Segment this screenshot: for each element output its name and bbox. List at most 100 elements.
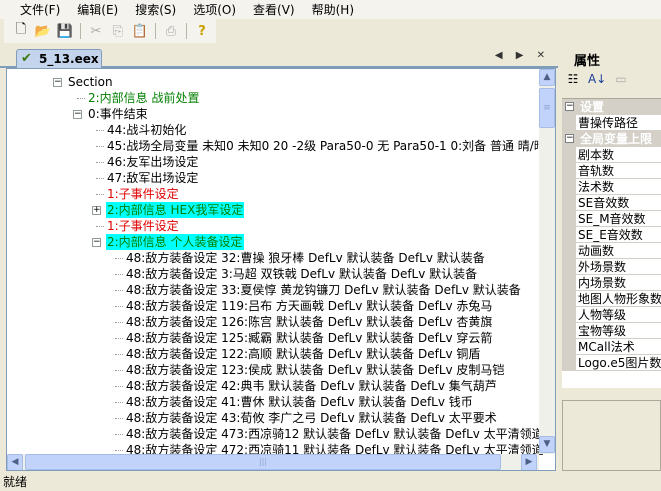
tree-node[interactable]: 1:子事件设定: [7, 186, 539, 202]
tree-connector: [96, 178, 104, 179]
tree-node[interactable]: 48:敌方装备设定 123:侯成 默认装备 DefLv 默认装备 DefLv 皮…: [7, 362, 539, 378]
scroll-left-button[interactable]: ◀: [7, 454, 23, 470]
collapse-icon[interactable]: −: [565, 134, 574, 143]
tree-connector: [115, 274, 123, 275]
tree-node-label: 46:友军出场设定: [107, 155, 199, 169]
property-row[interactable]: SE音效数: [562, 195, 661, 211]
collapse-icon[interactable]: −: [565, 102, 574, 111]
help-icon[interactable]: ?: [193, 22, 211, 40]
vertical-scrollbar[interactable]: ▲ ≡ ▼: [539, 69, 555, 454]
tree-connector: [115, 322, 123, 323]
menu-file[interactable]: 文件(F): [20, 1, 60, 18]
tree-node-label: 1:子事件设定: [107, 219, 179, 233]
property-row[interactable]: 地图人物形象数: [562, 291, 661, 307]
property-row[interactable]: 剧本数: [562, 147, 661, 163]
tree-node-label: 48:敌方装备设定 3:马超 双铁戟 DefLv 默认装备 DefLv 默认装备: [126, 267, 478, 281]
tree-node-label: 2:内部信息 HEX我军设定: [106, 202, 245, 218]
tree-node[interactable]: 48:敌方装备设定 3:马超 双铁戟 DefLv 默认装备 DefLv 默认装备: [7, 266, 539, 282]
property-row[interactable]: 宝物等级: [562, 323, 661, 339]
paste-icon[interactable]: 📋: [131, 22, 149, 40]
document-tab[interactable]: ✔ 5_13.eex: [16, 49, 102, 69]
tree-node-label: 0:事件结束: [88, 107, 148, 121]
property-row[interactable]: 内场景数: [562, 275, 661, 291]
property-row[interactable]: Logo.e5图片数: [562, 355, 661, 371]
tree-connector: [115, 370, 123, 371]
tree-node-label: 45:战场全局变量 未知0 未知0 20 -2级 Para50-0 无 Para…: [107, 139, 556, 153]
scroll-up-button[interactable]: ▲: [539, 69, 555, 86]
scroll-down-button[interactable]: ▼: [539, 436, 555, 453]
tab-navigation-buttons[interactable]: ◀ ▶ ✕: [495, 50, 550, 61]
property-pages-icon[interactable]: ▭: [612, 72, 630, 90]
tree-node-label: 2:内部信息 战前处置: [88, 91, 200, 105]
tree-node-label: 48:敌方装备设定 119:吕布 方天画戟 DefLv 默认装备 DefLv 赤…: [126, 299, 493, 313]
tree-node[interactable]: − Section: [7, 74, 539, 90]
collapse-icon[interactable]: −: [53, 78, 62, 87]
toolbar-separator: [186, 23, 187, 39]
horizontal-scrollbar[interactable]: ◀ ||| ▶: [7, 454, 539, 470]
tree-node-label: 48:敌方装备设定 122:高顺 默认装备 DefLv 默认装备 DefLv 铜…: [126, 347, 481, 361]
property-grid[interactable]: − 设置 曹操传路径 − 全局变量上限 剧本数 音轨数 法术数 SE音效数 SE_M音效数 SE_E…: [562, 98, 661, 388]
tree-connector: [115, 402, 123, 403]
tree-node[interactable]: 45:战场全局变量 未知0 未知0 20 -2级 Para50-0 无 Para…: [7, 138, 555, 154]
sort-alphabetical-icon[interactable]: A↓: [588, 72, 606, 90]
tree-node[interactable]: +2:内部信息 HEX我军设定: [7, 202, 539, 218]
menu-view[interactable]: 查看(V): [253, 1, 295, 18]
tree-node[interactable]: 47:敌军出场设定: [7, 170, 539, 186]
event-tree[interactable]: − Section 2:内部信息 战前处置 −0:事件结束 44:战斗初始化 45:战场全…: [6, 68, 556, 471]
tree-node[interactable]: 48:敌方装备设定 473:西凉骑12 默认装备 DefLv 默认装备 DefL…: [7, 426, 544, 442]
tree-node[interactable]: 48:敌方装备设定 41:曹休 默认装备 DefLv 默认装备 DefLv 钱币: [7, 394, 539, 410]
tree-node[interactable]: 48:敌方装备设定 125:臧霸 默认装备 DefLv 默认装备 DefLv 穿…: [7, 330, 539, 346]
property-row[interactable]: 法术数: [562, 179, 661, 195]
tree-connector: [115, 306, 123, 307]
new-file-icon[interactable]: 🗋: [12, 22, 30, 40]
tree-node[interactable]: 48:敌方装备设定 43:荀攸 李广之弓 DefLv 默认装备 DefLv 太平…: [7, 410, 539, 426]
property-row[interactable]: 曹操传路径: [562, 115, 661, 131]
categorized-icon[interactable]: ☷: [564, 72, 582, 90]
property-category[interactable]: − 全局变量上限: [562, 131, 661, 147]
tree-connector: [115, 418, 123, 419]
menu-edit[interactable]: 编辑(E): [77, 1, 118, 18]
tree-node[interactable]: −0:事件结束: [7, 106, 539, 122]
property-row[interactable]: 音轨数: [562, 163, 661, 179]
property-category-label: 全局变量上限: [580, 132, 653, 146]
property-description: [562, 400, 661, 471]
tree-node[interactable]: 48:敌方装备设定 33:夏侯惇 黄龙钩镰刀 DefLv 默认装备 DefLv …: [7, 282, 539, 298]
horizontal-scroll-thumb[interactable]: |||: [25, 454, 501, 470]
save-icon[interactable]: 💾: [56, 22, 74, 40]
scroll-right-button[interactable]: ▶: [521, 454, 537, 470]
expand-icon[interactable]: +: [92, 206, 101, 215]
tree-node[interactable]: 1:子事件设定: [7, 218, 539, 234]
tree-node[interactable]: 48:敌方装备设定 119:吕布 方天画戟 DefLv 默认装备 DefLv 赤…: [7, 298, 539, 314]
tree-node-label: 48:敌方装备设定 42:典韦 默认装备 DefLv 默认装备 DefLv 集气…: [126, 379, 497, 393]
tree-node[interactable]: 48:敌方装备设定 32:曹操 狼牙棒 DefLv 默认装备 DefLv 默认装…: [7, 250, 539, 266]
file-icon: ✔: [21, 51, 32, 66]
property-category[interactable]: − 设置: [562, 99, 661, 115]
menu-search[interactable]: 搜索(S): [135, 1, 176, 18]
collapse-icon[interactable]: −: [73, 110, 82, 119]
tree-node[interactable]: 2:内部信息 战前处置: [7, 90, 539, 106]
print-icon[interactable]: ⎙: [162, 22, 180, 40]
property-row[interactable]: SE_M音效数: [562, 211, 661, 227]
tree-connector: [115, 338, 123, 339]
open-folder-icon[interactable]: 📂: [34, 22, 52, 40]
property-row[interactable]: SE_E音效数: [562, 227, 661, 243]
tree-node[interactable]: 48:敌方装备设定 122:高顺 默认装备 DefLv 默认装备 DefLv 铜…: [7, 346, 539, 362]
property-row[interactable]: 人物等级: [562, 307, 661, 323]
tree-node-label: Section: [68, 75, 113, 89]
menu-options[interactable]: 选项(O): [193, 1, 236, 18]
vertical-scroll-thumb[interactable]: ≡: [539, 88, 555, 128]
property-row[interactable]: 动画数: [562, 243, 661, 259]
collapse-icon[interactable]: −: [92, 238, 101, 247]
copy-icon[interactable]: ⎘: [109, 22, 127, 40]
property-row[interactable]: MCall法术: [562, 339, 661, 355]
tree-node[interactable]: −2:内部信息 个人装备设定: [7, 234, 539, 250]
tree-node[interactable]: 48:敌方装备设定 126:陈宫 默认装备 DefLv 默认装备 DefLv 杏…: [7, 314, 539, 330]
tree-node[interactable]: 46:友军出场设定: [7, 154, 539, 170]
menu-help[interactable]: 帮助(H): [312, 1, 354, 18]
tree-node[interactable]: 44:战斗初始化: [7, 122, 539, 138]
tree-node[interactable]: 48:敌方装备设定 42:典韦 默认装备 DefLv 默认装备 DefLv 集气…: [7, 378, 539, 394]
property-row[interactable]: 外场景数: [562, 259, 661, 275]
cut-icon[interactable]: ✂: [87, 22, 105, 40]
toolbar-separator: [80, 23, 81, 39]
tree-node-label: 48:敌方装备设定 126:陈宫 默认装备 DefLv 默认装备 DefLv 杏…: [126, 315, 493, 329]
